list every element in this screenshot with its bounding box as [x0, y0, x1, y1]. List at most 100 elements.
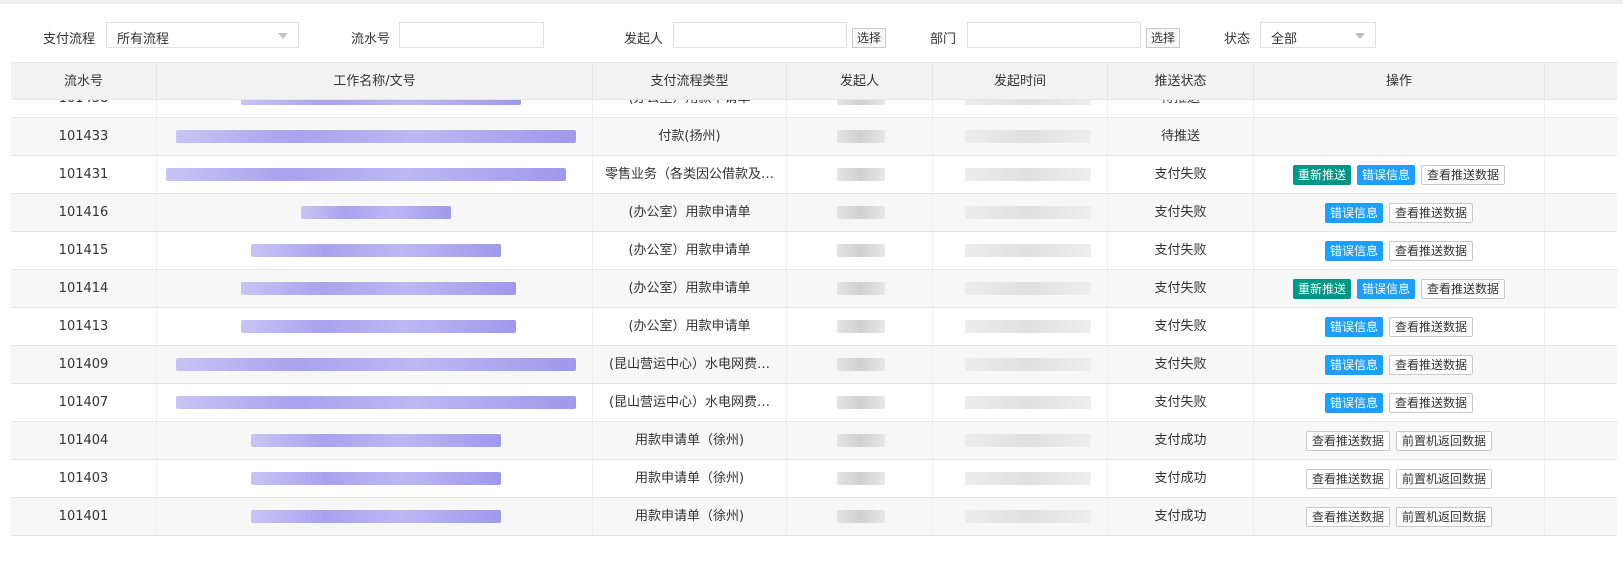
col-actions: 操作: [1254, 63, 1545, 100]
error-info-button[interactable]: 错误信息: [1324, 316, 1383, 337]
flow-filter-label: 支付流程: [43, 32, 96, 47]
cell-start-time-redacted: [933, 100, 1108, 117]
redacted-text: [965, 100, 1091, 105]
table-row: 101431 零售业务（各类因公借款及… 支付失败 重新推送 错误信息 查看推送数据: [11, 156, 1623, 194]
redacted-text: [241, 320, 516, 333]
redacted-text: [176, 358, 576, 371]
cell-initiator-redacted: [787, 460, 933, 497]
cell-push-status: 支付失败: [1108, 156, 1254, 193]
view-push-data-button[interactable]: 查看推送数据: [1305, 430, 1390, 451]
cell-initiator-redacted: [787, 308, 933, 345]
cell-start-time-redacted: [933, 194, 1108, 231]
view-push-data-button[interactable]: 查看推送数据: [1389, 316, 1474, 337]
cell-push-status: 支付失败: [1108, 308, 1254, 345]
cell-start-time-redacted: [933, 384, 1108, 421]
redacted-text: [965, 434, 1091, 447]
error-info-button[interactable]: 错误信息: [1356, 164, 1415, 185]
redacted-text: [965, 168, 1091, 181]
table-row: 101404 用款申请单（徐州) 支付成功 查看推送数据 前置机返回数据: [11, 422, 1623, 460]
cell-actions: [1254, 118, 1545, 155]
cell-initiator-redacted: [787, 156, 933, 193]
redacted-text: [965, 130, 1091, 143]
redacted-text: [166, 168, 566, 181]
col-initiator: 发起人: [787, 63, 933, 100]
front-return-data-button[interactable]: 前置机返回数据: [1396, 468, 1493, 489]
cell-flow-type: (昆山营运中心）水电网费…: [593, 346, 787, 383]
cell-push-status: 支付失败: [1108, 384, 1254, 421]
cell-flow-type: (办公室）用款申请单: [593, 270, 787, 307]
initiator-input[interactable]: [673, 22, 847, 48]
table-row: 101413 (办公室）用款申请单 支付失败 错误信息 查看推送数据: [11, 308, 1623, 346]
cell-start-time-redacted: [933, 346, 1108, 383]
error-info-button[interactable]: 错误信息: [1324, 392, 1383, 413]
front-return-data-button[interactable]: 前置机返回数据: [1396, 430, 1493, 451]
view-push-data-button[interactable]: 查看推送数据: [1421, 164, 1506, 185]
redacted-text: [837, 244, 885, 257]
col-serial: 流水号: [11, 63, 157, 100]
view-push-data-button[interactable]: 查看推送数据: [1305, 468, 1390, 489]
repush-button[interactable]: 重新推送: [1292, 164, 1351, 185]
cell-flow-type: 零售业务（各类因公借款及…: [593, 156, 787, 193]
table-rows: 101458(办公室）用款申请单待推送101433付款(扬州)待推送101431…: [11, 100, 1623, 536]
cell-start-time-redacted: [933, 422, 1108, 459]
cell-serial: 101407: [11, 384, 157, 421]
error-info-button[interactable]: 错误信息: [1324, 354, 1383, 375]
status-select[interactable]: 全部: [1260, 22, 1376, 48]
front-return-data-button[interactable]: 前置机返回数据: [1396, 506, 1493, 527]
table-row: 101458 (办公室）用款申请单 待推送: [11, 100, 1623, 118]
error-info-button[interactable]: 错误信息: [1324, 240, 1383, 261]
status-select-value: 全部: [1271, 32, 1298, 47]
cell-push-status: 支付成功: [1108, 498, 1254, 535]
redacted-text: [837, 282, 885, 295]
repush-button[interactable]: 重新推送: [1292, 278, 1351, 299]
redacted-text: [965, 510, 1091, 523]
view-push-data-button[interactable]: 查看推送数据: [1389, 202, 1474, 223]
col-flow-type: 支付流程类型: [593, 63, 787, 100]
dept-pick-button[interactable]: 选择: [1146, 28, 1181, 48]
cell-push-status: 待推送: [1108, 100, 1254, 117]
view-push-data-button[interactable]: 查看推送数据: [1389, 354, 1474, 375]
cell-push-status: 支付成功: [1108, 422, 1254, 459]
flow-select[interactable]: 所有流程: [106, 22, 299, 48]
cell-work-name-redacted: [157, 384, 593, 421]
cell-push-status: 支付失败: [1108, 346, 1254, 383]
redacted-text: [837, 472, 885, 485]
redacted-text: [251, 244, 501, 257]
cell-actions: 错误信息 查看推送数据: [1254, 384, 1545, 421]
redacted-text: [965, 282, 1091, 295]
view-push-data-button[interactable]: 查看推送数据: [1305, 506, 1390, 527]
view-push-data-button[interactable]: 查看推送数据: [1389, 240, 1474, 261]
redacted-text: [251, 434, 501, 447]
cell-serial: 101458: [11, 100, 157, 117]
table-body: 101458(办公室）用款申请单待推送101433付款(扬州)待推送101431…: [11, 100, 1623, 565]
cell-start-time-redacted: [933, 270, 1108, 307]
error-info-button[interactable]: 错误信息: [1324, 202, 1383, 223]
cell-actions: 错误信息 查看推送数据: [1254, 194, 1545, 231]
cell-start-time-redacted: [933, 118, 1108, 155]
initiator-pick-button[interactable]: 选择: [852, 28, 887, 48]
dept-input[interactable]: [967, 22, 1141, 48]
table-row: 101403 用款申请单（徐州) 支付成功 查看推送数据 前置机返回数据: [11, 460, 1623, 498]
cell-work-name-redacted: [157, 422, 593, 459]
cell-start-time-redacted: [933, 498, 1108, 535]
redacted-text: [837, 396, 885, 409]
cell-flow-type: 用款申请单（徐州): [593, 422, 787, 459]
cell-start-time-redacted: [933, 156, 1108, 193]
cell-actions: 错误信息 查看推送数据: [1254, 346, 1545, 383]
cell-initiator-redacted: [787, 194, 933, 231]
cell-serial: 101401: [11, 498, 157, 535]
cell-work-name-redacted: [157, 194, 593, 231]
table-header: 流水号 工作名称/文号 支付流程类型 发起人 发起时间 推送状态 操作: [11, 62, 1623, 100]
view-push-data-button[interactable]: 查看推送数据: [1421, 278, 1506, 299]
view-push-data-button[interactable]: 查看推送数据: [1389, 392, 1474, 413]
table-row: 101433 付款(扬州) 待推送: [11, 118, 1623, 156]
cell-flow-type: (办公室）用款申请单: [593, 308, 787, 345]
cell-initiator-redacted: [787, 232, 933, 269]
vertical-scrollbar[interactable]: [1617, 62, 1623, 565]
serial-input[interactable]: [399, 22, 544, 48]
cell-flow-type: (办公室）用款申请单: [593, 194, 787, 231]
error-info-button[interactable]: 错误信息: [1356, 278, 1415, 299]
cell-serial: 101403: [11, 460, 157, 497]
cell-actions: 查看推送数据 前置机返回数据: [1254, 422, 1545, 459]
cell-flow-type: 付款(扬州): [593, 118, 787, 155]
